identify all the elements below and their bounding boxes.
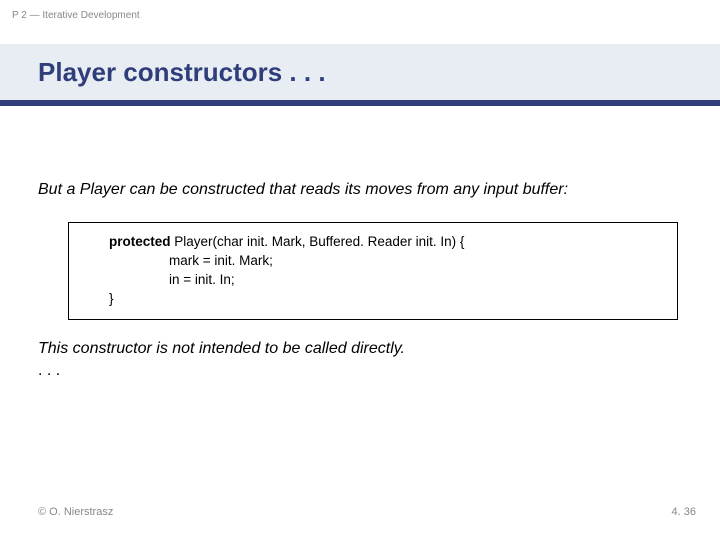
intro-text: But a Player can be constructed that rea… [38, 180, 682, 200]
ellipsis: . . . [38, 362, 682, 380]
footer-page-number: 4. 36 [672, 506, 696, 518]
slide-title: Player constructors . . . [38, 57, 326, 88]
code-text: Player(char init. Mark, Buffered. Reader… [171, 234, 465, 249]
footer-copyright: © O. Nierstrasz [38, 506, 113, 518]
code-line: } [95, 290, 667, 309]
code-keyword: protected [109, 234, 171, 249]
code-line: in = init. In; [95, 271, 667, 290]
outro-text: This constructor is not intended to be c… [38, 340, 682, 358]
code-line: mark = init. Mark; [95, 252, 667, 271]
code-line: protected Player(char init. Mark, Buffer… [95, 233, 667, 252]
code-block: protected Player(char init. Mark, Buffer… [68, 222, 678, 320]
title-bar: Player constructors . . . [0, 44, 720, 106]
slide: P 2 — Iterative Development Player const… [0, 0, 720, 540]
slide-body: But a Player can be constructed that rea… [38, 180, 682, 380]
section-label: P 2 — Iterative Development [12, 10, 140, 21]
